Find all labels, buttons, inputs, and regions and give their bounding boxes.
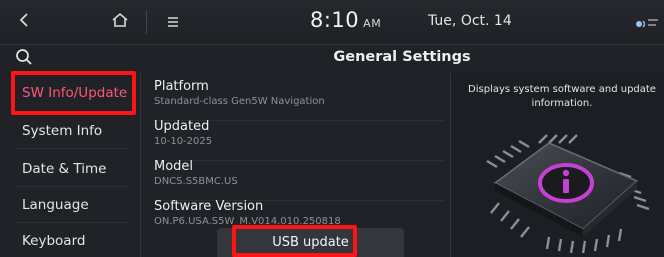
list-item-platform: Platform Standard-class Gen5W Navigation [154,79,444,121]
sidebar-item-label: Language [22,197,89,213]
search-button[interactable] [10,47,38,71]
divider [146,10,147,34]
status-bar: 8:10 AM Tue, Oct. 14 [0,0,664,45]
sidebar-item-system-info[interactable]: System Info [0,113,140,149]
info-panel: Displays system software and update info… [450,73,664,257]
clock-ampm: AM [363,17,382,30]
highlight-usb-update [232,225,357,257]
sidebar-item-language[interactable]: Language [0,187,140,223]
infotainment-screen: 8:10 AM Tue, Oct. 14 General Settings SW … [0,0,664,257]
row-value: DNCS.S5BMC.US [154,176,238,187]
sidebar-item-date-time[interactable]: Date & Time [0,151,140,187]
connectivity-icon [634,16,664,30]
search-icon [15,48,33,70]
list-item-model: Model DNCS.S5BMC.US [154,159,444,201]
menu-lines-icon [166,13,180,32]
highlight-sw-info-update [11,71,136,115]
row-label: Platform [154,79,209,94]
row-value: Standard-class Gen5W Navigation [154,96,325,107]
divider [14,148,130,149]
clock: 8:10 AM [310,8,381,32]
sidebar-item-label: Date & Time [22,161,107,177]
info-description: Displays system software and update info… [468,84,656,109]
home-icon [111,12,129,32]
menu-button[interactable] [158,6,188,38]
home-button[interactable] [100,6,140,38]
row-label: Updated [154,119,210,134]
row-label: Software Version [154,199,264,214]
back-button[interactable] [4,6,44,38]
row-value: 10-10-2025 [154,136,213,147]
row-label: Model [154,159,194,174]
clock-time: 8:10 [310,8,360,32]
sidebar-item-label: System Info [22,123,103,139]
chip-info-icon [469,125,659,257]
list-item-updated: Updated 10-10-2025 [154,119,444,161]
sidebar-item-label: Keyboard [22,233,86,249]
sidebar-item-keyboard[interactable]: Keyboard [0,223,140,257]
back-chevron-icon [17,12,31,32]
date-label: Tue, Oct. 14 [428,13,512,29]
page-title: General Settings [333,49,471,65]
